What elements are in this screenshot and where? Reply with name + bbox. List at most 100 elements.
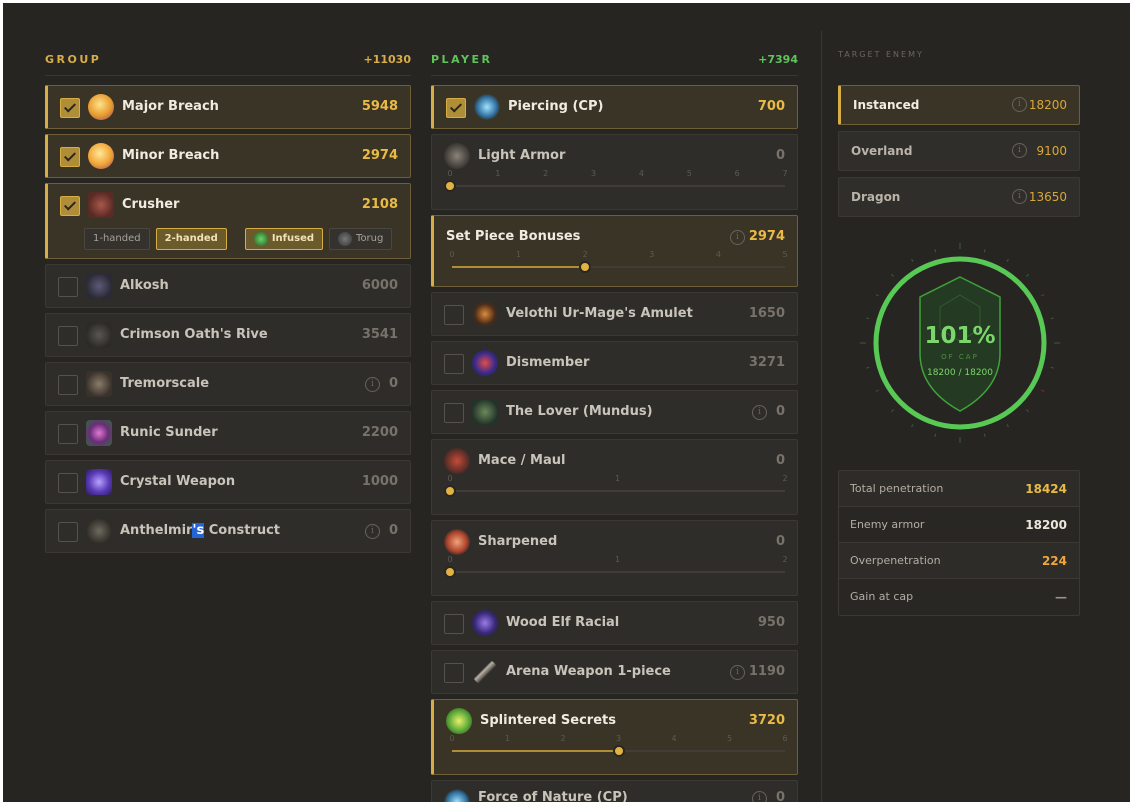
slider-handle[interactable]	[444, 485, 456, 497]
buff-name: Runic Sunder	[120, 425, 218, 440]
buff-card-minor-breach[interactable]: Minor Breach 2974	[45, 134, 411, 178]
target-option-overland[interactable]: Overland i 9100	[838, 131, 1080, 171]
buff-card-dismember[interactable]: Dismember 3271	[431, 341, 798, 385]
checkbox[interactable]	[444, 663, 464, 683]
checkbox[interactable]	[446, 98, 466, 118]
checkbox[interactable]	[60, 196, 80, 216]
slider-tick-label: 2	[582, 250, 588, 259]
info-icon[interactable]: i	[365, 524, 380, 539]
option-infused[interactable]: Infused	[244, 228, 324, 250]
light-armor-slider[interactable]: 0 1 2 3 4 5 6 7	[444, 169, 788, 195]
buff-card-piercing-cp[interactable]: Piercing (CP) 700	[431, 85, 798, 129]
buff-card-anthelmirs-construct[interactable]: Anthelmir's Construct i 0	[45, 509, 411, 553]
buff-card-runic-sunder[interactable]: Runic Sunder 2200	[45, 411, 411, 455]
info-icon[interactable]: i	[365, 377, 380, 392]
target-option-instanced[interactable]: Instanced i 18200	[838, 85, 1080, 125]
target-column: TARGET ENEMY Instanced i 18200 Overland …	[838, 3, 1080, 802]
slider-fill	[452, 266, 586, 268]
checkbox[interactable]	[58, 473, 78, 493]
mace-maul-slider[interactable]: 0 1 2	[444, 474, 788, 500]
buff-card-alkosh[interactable]: Alkosh 6000	[45, 264, 411, 308]
target-option-dragon[interactable]: Dragon i 13650	[838, 177, 1080, 217]
info-icon[interactable]: i	[1012, 143, 1027, 158]
buff-card-crusher[interactable]: Crusher 2108 1-handed 2-handed Infused T…	[45, 183, 411, 259]
checkbox[interactable]	[444, 305, 464, 325]
info-icon[interactable]: i	[730, 230, 745, 245]
buff-value: 3541	[361, 327, 398, 342]
slider-tick-label: 6	[734, 169, 740, 178]
checkbox[interactable]	[58, 277, 78, 297]
crusher-icon	[88, 192, 114, 218]
name-part: Anthelmir	[120, 523, 193, 538]
slider-handle[interactable]	[444, 180, 456, 192]
info-icon[interactable]: i	[1012, 189, 1027, 204]
buff-card-light-armor[interactable]: Light Armor 0 01234567	[431, 134, 798, 210]
slider-ticks: 0 1 2	[447, 474, 787, 484]
buff-card-wood-elf-racial[interactable]: Wood Elf Racial 950	[431, 601, 798, 645]
checkbox[interactable]	[58, 375, 78, 395]
checkbox[interactable]	[444, 354, 464, 374]
infused-icon	[253, 232, 268, 246]
slider-handle[interactable]	[579, 261, 592, 273]
buff-card-set-piece-bonuses[interactable]: Set Piece Bonuses i 2974 012345	[431, 215, 798, 287]
option-torug[interactable]: Torug	[329, 228, 393, 250]
buff-card-crystal-weapon[interactable]: Crystal Weapon 1000	[45, 460, 411, 504]
buff-card-force-of-nature[interactable]: Force of Nature (CP) i 0	[431, 780, 798, 802]
checkbox[interactable]	[444, 403, 464, 423]
buff-card-arena-weapon[interactable]: Arena Weapon 1-piece i 1190	[431, 650, 798, 694]
buff-name: Crystal Weapon	[120, 474, 236, 489]
checkbox[interactable]	[58, 326, 78, 346]
buff-card-mace-maul[interactable]: Mace / Maul 0 012	[431, 439, 798, 515]
buff-card-tremorscale[interactable]: Tremorscale i 0	[45, 362, 411, 406]
buff-value: 1650	[748, 306, 785, 321]
tremorscale-icon	[86, 371, 112, 397]
buff-card-major-breach[interactable]: Major Breach 5948	[45, 85, 411, 129]
slider-handle[interactable]	[612, 745, 625, 757]
target-name: Overland	[851, 144, 913, 158]
buff-card-the-lover[interactable]: The Lover (Mundus) i 0	[431, 390, 798, 434]
player-total: +7394	[758, 52, 798, 66]
buff-card-splintered-secrets[interactable]: Splintered Secrets 3720 0123456	[431, 699, 798, 775]
gauge-tick	[911, 424, 914, 428]
stat-overpenetration: Overpenetration 224	[839, 543, 1079, 579]
info-icon[interactable]: i	[752, 405, 767, 420]
checkbox[interactable]	[58, 522, 78, 542]
checkbox[interactable]	[444, 614, 464, 634]
app-frame: GROUP +11030 Major Breach 5948 Minor Bre…	[3, 3, 1130, 802]
the-lover-mundus-icon	[472, 399, 498, 425]
checkbox[interactable]	[58, 424, 78, 444]
slider-tick-label: 0	[447, 169, 453, 178]
buff-card-velothi-amulet[interactable]: Velothi Ur-Mage's Amulet 1650	[431, 292, 798, 336]
slider-tick-label: 1	[495, 169, 501, 178]
slider-track[interactable]	[450, 185, 785, 187]
slider-tick-label: 4	[671, 734, 677, 743]
buff-card-crimson-oaths-rive[interactable]: Crimson Oath's Rive 3541	[45, 313, 411, 357]
major-breach-icon	[88, 94, 114, 120]
dismember-icon	[472, 350, 498, 376]
info-icon[interactable]: i	[730, 665, 745, 680]
splintered-secrets-slider[interactable]: 0 1 2 3 4 5 6	[449, 734, 788, 760]
slider-handle[interactable]	[444, 566, 456, 578]
slider-track[interactable]	[450, 490, 785, 492]
slider-track[interactable]	[450, 571, 785, 573]
buff-card-sharpened[interactable]: Sharpened 0 012	[431, 520, 798, 596]
sharpened-slider[interactable]: 0 1 2	[444, 555, 788, 581]
option-2-handed[interactable]: 2-handed	[155, 228, 227, 250]
name-part: Construct	[204, 523, 280, 538]
gauge-tick	[866, 317, 870, 320]
option-label: Infused	[271, 233, 315, 244]
gauge-tick	[983, 249, 986, 253]
set-piece-slider[interactable]: 0 1 2 3 4 5	[449, 250, 788, 276]
slider-fill	[452, 750, 619, 752]
gauge-tick	[1026, 274, 1029, 277]
slider-tick-label: 0	[447, 555, 453, 564]
checkbox[interactable]	[60, 98, 80, 118]
gauge-tick	[911, 258, 914, 262]
buff-value: 0	[388, 523, 398, 538]
stat-enemy-armor: Enemy armor 18200	[839, 507, 1079, 543]
wood-elf-racial-icon	[472, 610, 498, 636]
info-icon[interactable]: i	[752, 791, 767, 802]
info-icon[interactable]: i	[1012, 97, 1027, 112]
option-1-handed[interactable]: 1-handed	[84, 228, 150, 250]
checkbox[interactable]	[60, 147, 80, 167]
